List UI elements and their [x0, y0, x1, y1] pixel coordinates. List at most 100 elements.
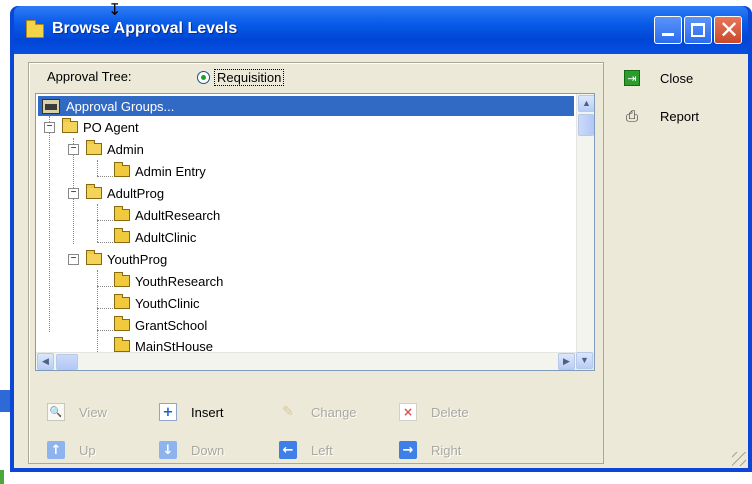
titlebar[interactable]: Browse Approval Levels ✕	[14, 6, 748, 54]
tree-item-label: Admin Entry	[135, 163, 206, 179]
folder-open-icon	[86, 140, 102, 155]
collapse-po-agent-icon[interactable]: −	[44, 122, 55, 133]
tree-item-youthresearch[interactable]: YouthResearch	[114, 271, 223, 291]
change-label: Change	[311, 404, 357, 420]
right-label: Right	[431, 442, 462, 458]
scroll-up-button[interactable]: ▲	[578, 95, 594, 112]
tree-line	[97, 176, 113, 177]
close-button[interactable]: ⇥ Close	[624, 70, 693, 86]
pencil-icon: ✎	[282, 404, 294, 420]
scroll-right-button[interactable]: ▶	[558, 353, 575, 370]
report-label: Report	[660, 108, 700, 124]
tree-item-adultclinic[interactable]: AdultClinic	[114, 227, 196, 247]
tree-item-youthclinic[interactable]: YouthClinic	[114, 293, 200, 313]
folder-icon	[114, 294, 130, 309]
collapse-adultprog-icon[interactable]: −	[68, 188, 79, 199]
minimize-button[interactable]	[654, 16, 682, 44]
exit-icon: ⇥	[624, 70, 640, 86]
mouse-cursor-icon: ↧	[108, 0, 122, 19]
tree-item-label: YouthResearch	[135, 273, 224, 289]
insert-label: Insert	[191, 404, 224, 420]
tree-item-admin[interactable]: Admin	[86, 139, 144, 159]
delete-x-icon: ×	[399, 403, 417, 421]
folder-icon	[114, 206, 130, 221]
window-title: Browse Approval Levels	[52, 20, 238, 37]
folder-icon	[114, 337, 130, 352]
folder-icon	[114, 272, 130, 287]
horizontal-scroll-thumb[interactable]	[56, 354, 78, 370]
maximize-icon	[691, 23, 705, 37]
delete-label: Delete	[431, 404, 469, 420]
tree-line	[97, 204, 98, 242]
down-label: Down	[191, 442, 225, 458]
tree-line	[97, 330, 113, 331]
scroll-left-button[interactable]: ◀	[37, 353, 54, 370]
approval-tree-view[interactable]: Approval Groups... − PO Agent − Admin Ad…	[35, 93, 595, 371]
delete-button[interactable]: × Delete	[399, 403, 469, 421]
requisition-radio[interactable]: Requisition	[197, 69, 285, 86]
report-button[interactable]: ⎙ Report	[624, 107, 700, 125]
tree-item-adultprog[interactable]: AdultProg	[86, 183, 164, 203]
view-button[interactable]: 🔍 View	[47, 403, 107, 421]
tree-item-label: Admin	[107, 141, 144, 157]
up-label: Up	[79, 442, 96, 458]
scrollbar-corner: ▼	[576, 352, 594, 370]
folder-icon	[114, 162, 130, 177]
minimize-icon	[662, 33, 674, 36]
close-icon: ✕	[719, 16, 740, 44]
tree-line	[97, 270, 98, 352]
tree-item-label: YouthProg	[107, 251, 168, 267]
background-window-icon-fragment	[0, 470, 4, 484]
tree-root-label: Approval Groups...	[66, 98, 175, 114]
approval-tree-panel: Approval Tree: Requisition Approval Grou…	[28, 62, 604, 464]
folder-open-icon	[86, 184, 102, 199]
folder-icon	[26, 20, 44, 38]
magnifier-icon: 🔍	[47, 403, 65, 421]
printer-icon: ⎙	[625, 107, 638, 125]
down-button[interactable]: ↓ Down	[159, 441, 224, 459]
tree-item-po-agent[interactable]: PO Agent	[62, 117, 139, 137]
dialog-client-area: Approval Tree: Requisition Approval Grou…	[14, 54, 748, 468]
insert-button[interactable]: + Insert	[159, 403, 224, 421]
right-button[interactable]: → Right	[399, 441, 461, 459]
folder-open-icon	[86, 250, 102, 265]
tree-item-adultresearch[interactable]: AdultResearch	[114, 205, 220, 225]
vertical-scrollbar[interactable]: ▲	[576, 94, 594, 352]
tree-item-label: AdultProg	[107, 185, 165, 201]
file-cabinet-icon	[42, 98, 60, 114]
change-button[interactable]: ✎ Change	[279, 403, 357, 421]
arrow-left-icon: ←	[279, 441, 297, 459]
approval-tree-label: Approval Tree:	[47, 69, 132, 84]
close-label: Close	[660, 70, 694, 86]
scroll-down-button[interactable]: ▼	[576, 352, 593, 369]
up-button[interactable]: ↑ Up	[47, 441, 96, 459]
folder-open-icon	[62, 118, 78, 133]
maximize-button[interactable]	[684, 16, 712, 44]
close-window-button[interactable]: ✕	[714, 16, 742, 44]
radio-selected-icon[interactable]	[197, 71, 210, 84]
left-button[interactable]: ← Left	[279, 441, 333, 459]
tree-item-youthprog[interactable]: YouthProg	[86, 249, 167, 269]
tree-line	[97, 242, 113, 243]
arrow-down-icon: ↓	[159, 441, 177, 459]
collapse-admin-icon[interactable]: −	[68, 144, 79, 155]
background-window-titlebar-fragment	[0, 390, 10, 412]
vertical-scroll-thumb[interactable]	[578, 114, 594, 136]
browse-approval-levels-window: Browse Approval Levels ✕ Approval Tree: …	[10, 6, 752, 472]
collapse-youthprog-icon[interactable]: −	[68, 254, 79, 265]
tree-line	[49, 116, 50, 332]
tree-item-label: YouthClinic	[135, 295, 200, 311]
tree-content: Approval Groups... − PO Agent − Admin Ad…	[36, 94, 576, 354]
tree-line	[97, 160, 98, 176]
tree-root-approval-groups[interactable]: Approval Groups...	[38, 96, 574, 116]
resize-grip[interactable]	[732, 452, 746, 466]
requisition-radio-label[interactable]: Requisition	[214, 69, 285, 86]
folder-icon	[114, 228, 130, 243]
tree-line	[97, 286, 113, 287]
tree-item-label: GrantSchool	[135, 317, 208, 333]
horizontal-scrollbar[interactable]: ◀ ▶	[36, 352, 576, 370]
tree-item-grantschool[interactable]: GrantSchool	[114, 315, 207, 335]
tree-item-label: AdultClinic	[135, 229, 197, 245]
arrow-right-icon: →	[399, 441, 417, 459]
tree-item-admin-entry[interactable]: Admin Entry	[114, 161, 206, 181]
